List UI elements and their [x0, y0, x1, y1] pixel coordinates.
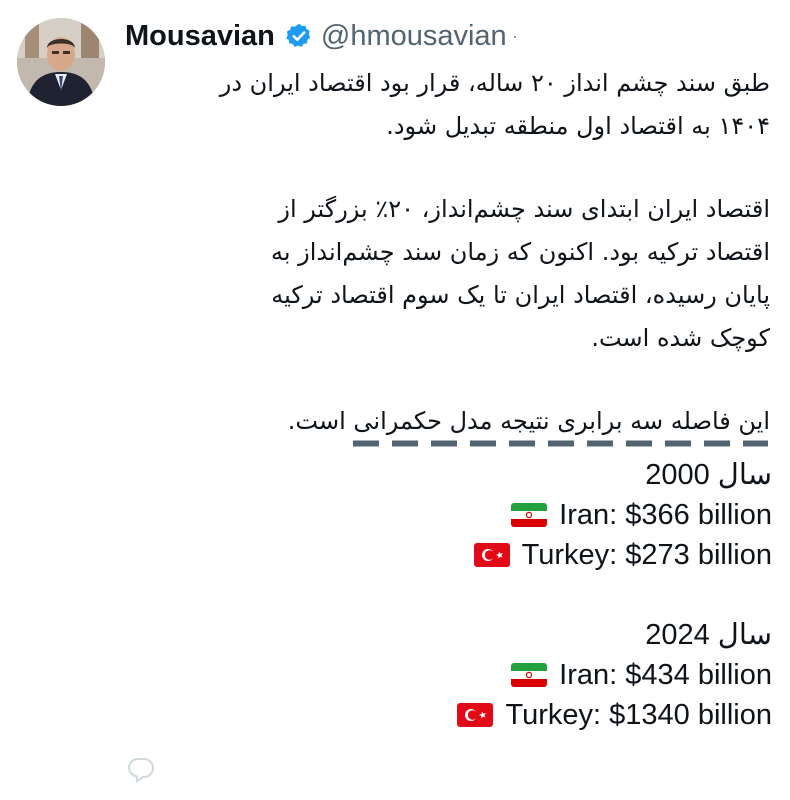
stat-text: Iran: $434 billion — [559, 659, 772, 691]
gdp-stats: سال 2000 Iran: $366 billion Turkey: $273… — [212, 455, 772, 735]
stat-line-turkey-2000: Turkey: $273 billion — [212, 535, 772, 575]
text-line: طبق سند چشم انداز ۲۰ ساله، قرار بود اقتص… — [219, 69, 770, 97]
year-label: سال 2024 — [645, 619, 772, 651]
stat-line-iran-2000: Iran: $366 billion — [212, 495, 772, 535]
iran-flag-icon — [511, 503, 548, 527]
text-line: ۱۴۰۴ به اقتصاد اول منطقه تبدیل شود. — [386, 112, 770, 140]
turkey-flag-icon — [473, 543, 510, 567]
author-handle[interactable]: @hmousavian — [321, 20, 507, 53]
stat-text: Iran: $366 billion — [559, 499, 772, 531]
text-line: کوچک شده است. — [591, 324, 770, 352]
stat-line-iran-2024: Iran: $434 billion — [212, 655, 772, 695]
paragraph-2: اقتصاد ایران ابتدای سند چشم‌انداز، ۲۰٪ ب… — [110, 188, 770, 360]
verified-badge-icon — [285, 22, 313, 50]
paragraph-1: طبق سند چشم انداز ۲۰ ساله، قرار بود اقتص… — [110, 62, 770, 148]
reply-icon[interactable] — [127, 757, 155, 783]
dashed-divider — [353, 433, 768, 447]
year-label: سال 2000 — [645, 459, 772, 491]
stat-text: Turkey: $273 billion — [521, 539, 772, 571]
text-line: اقتصاد ایران ابتدای سند چشم‌انداز، ۲۰٪ ب… — [278, 195, 770, 223]
turkey-flag-icon — [457, 703, 494, 727]
stat-text: Turkey: $1340 billion — [505, 699, 772, 731]
text-line: پایان رسیده، اقتصاد ایران تا یک سوم اقتص… — [271, 281, 770, 309]
stat-line-turkey-2024: Turkey: $1340 billion — [212, 695, 772, 735]
iran-flag-icon — [511, 663, 548, 687]
more-dot[interactable]: · — [513, 30, 517, 46]
tweet-header: Mousavian @hmousavian · — [125, 16, 517, 56]
text-line: اقتصاد ترکیه بود. اکنون که زمان سند چشم‌… — [270, 238, 770, 266]
author-name[interactable]: Mousavian — [125, 20, 275, 53]
tweet-text: طبق سند چشم انداز ۲۰ ساله، قرار بود اقتص… — [110, 62, 770, 443]
author-avatar[interactable] — [17, 18, 105, 106]
